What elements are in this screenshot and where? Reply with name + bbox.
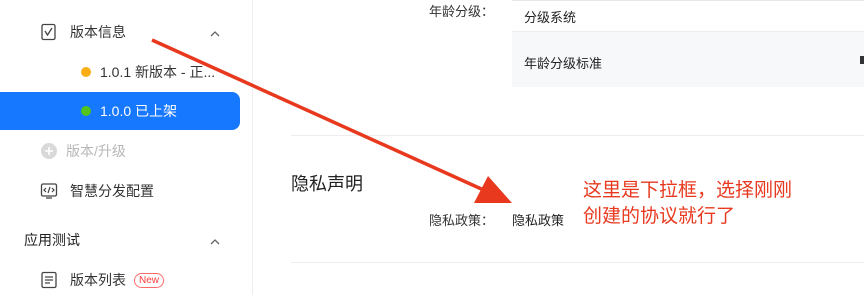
- annotation-arrow: [151, 38, 512, 203]
- arrow-shaft: [151, 38, 489, 194]
